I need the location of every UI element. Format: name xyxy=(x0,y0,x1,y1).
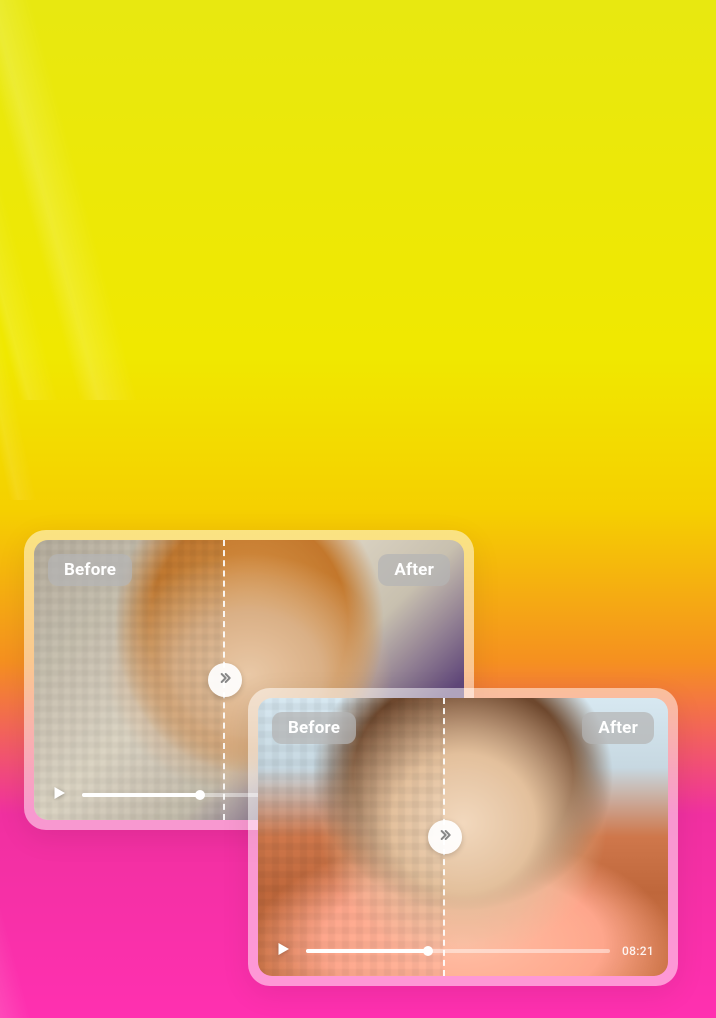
progress-thumb-2[interactable] xyxy=(423,946,433,956)
video-controls-2: 08:21 xyxy=(272,940,654,962)
comparison-divider-2[interactable] xyxy=(443,698,445,976)
chevrons-right-icon xyxy=(217,670,233,690)
play-icon xyxy=(274,940,292,962)
comparison-divider-1[interactable] xyxy=(223,540,225,820)
after-label: After xyxy=(394,560,434,580)
after-badge: After xyxy=(582,712,654,744)
progress-fill-1 xyxy=(82,793,200,797)
timestamp-2: 08:21 xyxy=(622,944,654,958)
play-button-1[interactable] xyxy=(48,784,70,806)
comparison-image-2: Before After xyxy=(258,698,668,976)
after-badge: After xyxy=(378,554,450,586)
before-label: Before xyxy=(288,718,340,738)
comparison-card-2: Before After xyxy=(248,688,678,986)
before-badge: Before xyxy=(48,554,132,586)
divider-handle-2[interactable] xyxy=(428,820,462,854)
play-button-2[interactable] xyxy=(272,940,294,962)
progress-thumb-1[interactable] xyxy=(195,790,205,800)
chevrons-right-icon xyxy=(437,827,453,847)
before-label: Before xyxy=(64,560,116,580)
divider-handle-1[interactable] xyxy=(208,663,242,697)
progress-fill-2 xyxy=(306,949,428,953)
play-icon xyxy=(50,784,68,806)
before-badge: Before xyxy=(272,712,356,744)
progress-bar-2[interactable] xyxy=(306,949,610,953)
after-label: After xyxy=(598,718,638,738)
